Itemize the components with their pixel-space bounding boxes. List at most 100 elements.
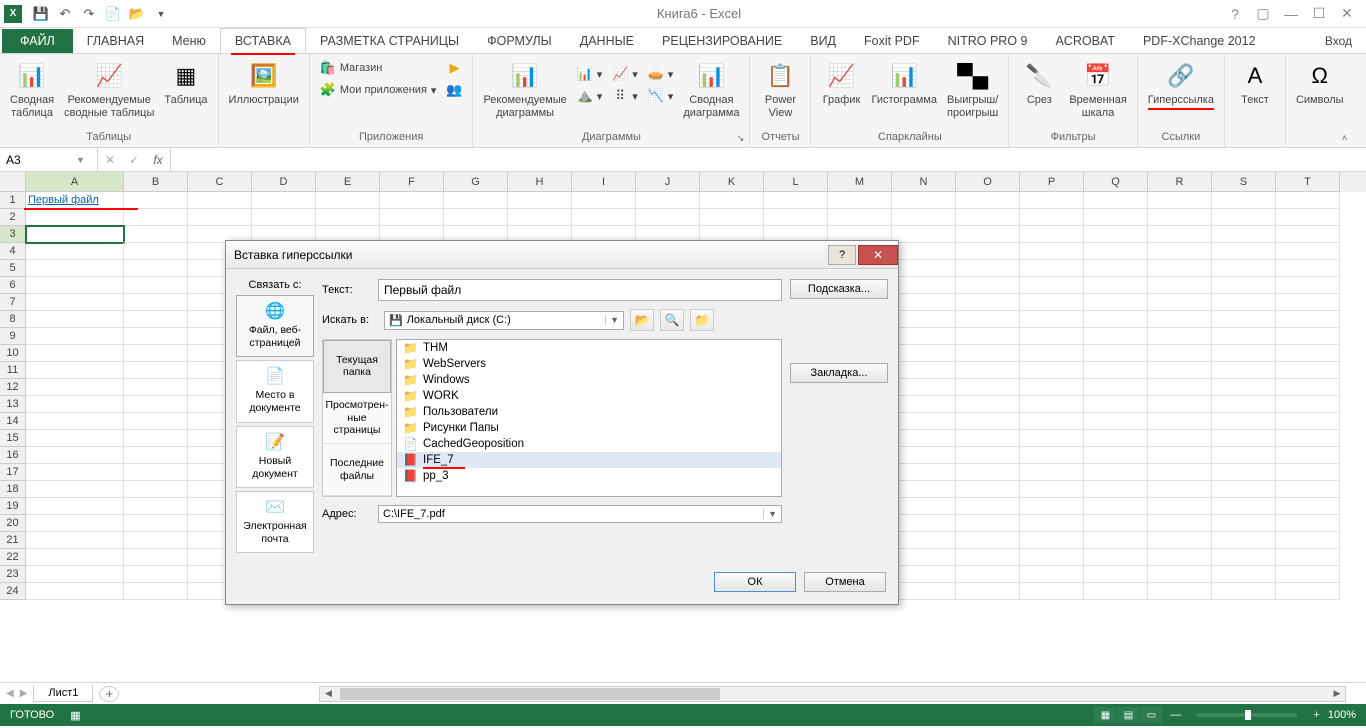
cell-N3[interactable] [892, 226, 956, 243]
macro-recorder-icon[interactable]: ▦ [70, 709, 80, 722]
cell-Q7[interactable] [1084, 294, 1148, 311]
cell-R1[interactable] [1148, 192, 1212, 209]
cell-L1[interactable] [764, 192, 828, 209]
cell-T22[interactable] [1276, 549, 1340, 566]
col-header-G[interactable]: G [444, 172, 508, 192]
cell-B5[interactable] [124, 260, 188, 277]
cell-B10[interactable] [124, 345, 188, 362]
cell-T14[interactable] [1276, 413, 1340, 430]
cell-S16[interactable] [1212, 447, 1276, 464]
fx-icon[interactable]: fx [146, 148, 170, 171]
cell-R10[interactable] [1148, 345, 1212, 362]
row-header-10[interactable]: 10 [0, 345, 26, 362]
row-header-23[interactable]: 23 [0, 566, 26, 583]
cell-B24[interactable] [124, 583, 188, 600]
cell-A11[interactable] [26, 362, 124, 379]
open-icon[interactable]: 📂 [126, 3, 148, 25]
cell-N19[interactable] [892, 498, 956, 515]
row-header-9[interactable]: 9 [0, 328, 26, 345]
cell-T2[interactable] [1276, 209, 1340, 226]
cell-P14[interactable] [1020, 413, 1084, 430]
cell-T5[interactable] [1276, 260, 1340, 277]
timeline-button[interactable]: 📅Временнаяшкала [1065, 58, 1130, 122]
cell-T16[interactable] [1276, 447, 1340, 464]
cell-O24[interactable] [956, 583, 1020, 600]
cell-P18[interactable] [1020, 481, 1084, 498]
cell-N10[interactable] [892, 345, 956, 362]
dialog-close-icon[interactable]: ✕ [858, 245, 898, 265]
cell-B8[interactable] [124, 311, 188, 328]
sparkline-hist-button[interactable]: 📊Гистограмма [867, 58, 941, 109]
col-header-Q[interactable]: Q [1084, 172, 1148, 192]
row-header-2[interactable]: 2 [0, 209, 26, 226]
cell-O5[interactable] [956, 260, 1020, 277]
cell-Q16[interactable] [1084, 447, 1148, 464]
col-header-M[interactable]: M [828, 172, 892, 192]
cell-A1[interactable]: Первый файл [26, 192, 124, 209]
cell-B2[interactable] [124, 209, 188, 226]
cell-O18[interactable] [956, 481, 1020, 498]
row-header-18[interactable]: 18 [0, 481, 26, 498]
cell-I1[interactable] [572, 192, 636, 209]
cell-A18[interactable] [26, 481, 124, 498]
tip-button[interactable]: Подсказка... [790, 279, 888, 299]
row-header-8[interactable]: 8 [0, 311, 26, 328]
cell-R21[interactable] [1148, 532, 1212, 549]
linkto-option-2[interactable]: 📝Новыйдокумент [236, 426, 314, 488]
row-header-22[interactable]: 22 [0, 549, 26, 566]
chart-pie-icon[interactable]: 🥧▾ [644, 64, 678, 84]
cell-R24[interactable] [1148, 583, 1212, 600]
cell-O16[interactable] [956, 447, 1020, 464]
cell-P17[interactable] [1020, 464, 1084, 481]
cell-P24[interactable] [1020, 583, 1084, 600]
scroll-thumb[interactable] [340, 688, 720, 700]
col-header-L[interactable]: L [764, 172, 828, 192]
cell-R9[interactable] [1148, 328, 1212, 345]
tab-view[interactable]: ВИД [796, 29, 850, 53]
cell-P16[interactable] [1020, 447, 1084, 464]
zoom-in-icon[interactable]: + [1313, 709, 1319, 721]
cell-Q15[interactable] [1084, 430, 1148, 447]
cell-T7[interactable] [1276, 294, 1340, 311]
myapps-button[interactable]: 🧩Мои приложения ▾ [316, 80, 441, 100]
col-header-I[interactable]: I [572, 172, 636, 192]
row-header-21[interactable]: 21 [0, 532, 26, 549]
cell-R17[interactable] [1148, 464, 1212, 481]
chart-other-icon[interactable]: 📉▾ [644, 86, 678, 106]
cell-O4[interactable] [956, 243, 1020, 260]
cell-P15[interactable] [1020, 430, 1084, 447]
cell-A16[interactable] [26, 447, 124, 464]
tab-layout[interactable]: РАЗМЕТКА СТРАНИЦЫ [306, 29, 473, 53]
cell-R7[interactable] [1148, 294, 1212, 311]
cell-R3[interactable] [1148, 226, 1212, 243]
cell-R18[interactable] [1148, 481, 1212, 498]
illustrations-button[interactable]: 🖼️Иллюстрации [225, 58, 303, 109]
linkto-option-3[interactable]: ✉️Электроннаяпочта [236, 491, 314, 553]
chart-bar-icon[interactable]: 📊▾ [573, 64, 607, 84]
dialog-titlebar[interactable]: Вставка гиперссылки ? ✕ [226, 241, 898, 269]
cell-T9[interactable] [1276, 328, 1340, 345]
cell-A4[interactable] [26, 243, 124, 260]
cell-B12[interactable] [124, 379, 188, 396]
col-header-H[interactable]: H [508, 172, 572, 192]
cell-B7[interactable] [124, 294, 188, 311]
cell-G1[interactable] [444, 192, 508, 209]
row-header-1[interactable]: 1 [0, 192, 26, 209]
row-header-3[interactable]: 3 [0, 226, 26, 243]
cell-Q21[interactable] [1084, 532, 1148, 549]
row-header-20[interactable]: 20 [0, 515, 26, 532]
close-icon[interactable]: ✕ [1334, 4, 1360, 24]
pivot-chart-button[interactable]: 📊Своднаядиаграмма [679, 58, 743, 122]
cell-R13[interactable] [1148, 396, 1212, 413]
row-header-19[interactable]: 19 [0, 498, 26, 515]
cell-Q24[interactable] [1084, 583, 1148, 600]
cell-B9[interactable] [124, 328, 188, 345]
cell-S14[interactable] [1212, 413, 1276, 430]
file-item-7[interactable]: 📕IFE_7 [397, 452, 781, 468]
cell-P9[interactable] [1020, 328, 1084, 345]
cell-Q20[interactable] [1084, 515, 1148, 532]
cell-T10[interactable] [1276, 345, 1340, 362]
col-header-A[interactable]: A [26, 172, 124, 192]
cell-J1[interactable] [636, 192, 700, 209]
cell-S22[interactable] [1212, 549, 1276, 566]
